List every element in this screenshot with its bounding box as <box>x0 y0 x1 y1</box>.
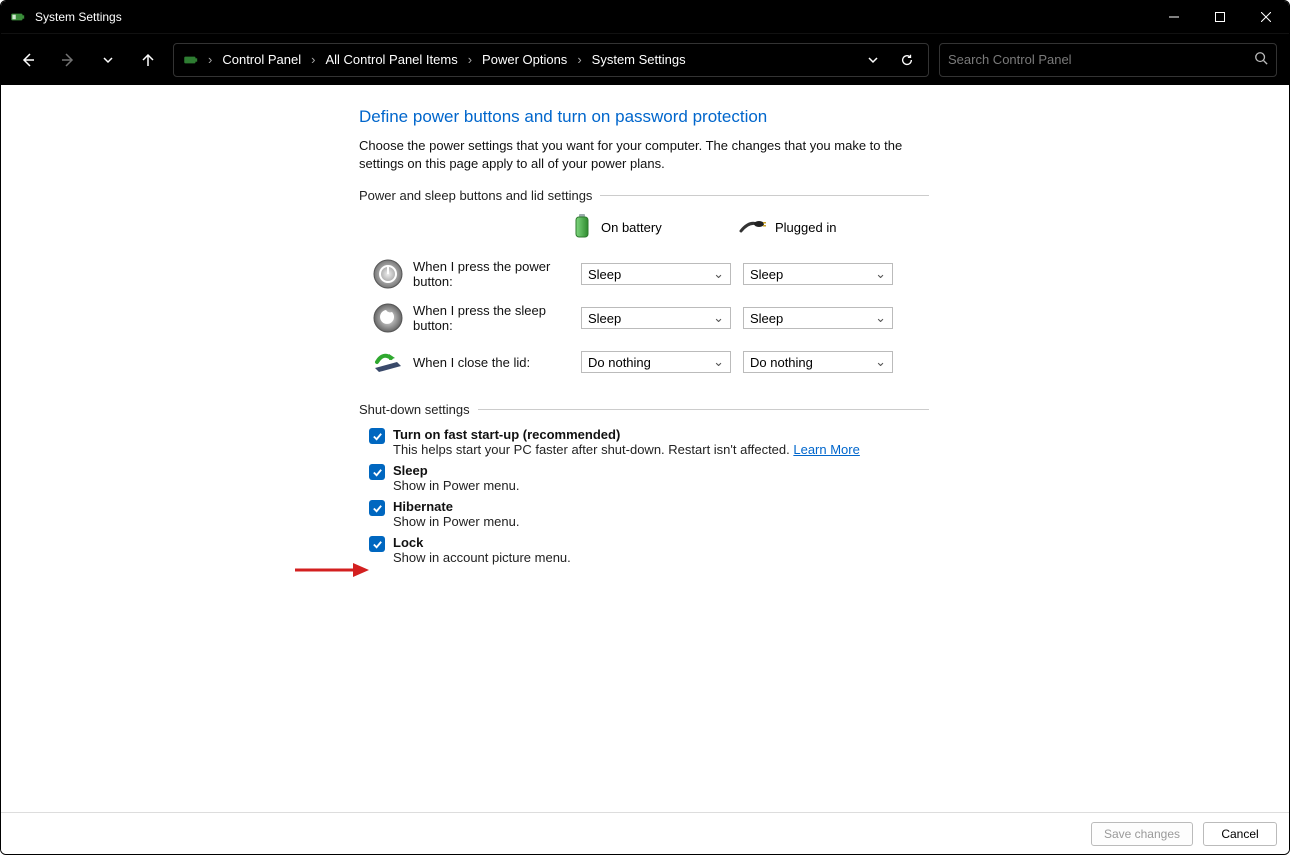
checkbox-label: Lock <box>393 535 571 550</box>
checkbox-label: Sleep <box>393 463 519 478</box>
checkbox-icon <box>369 428 385 444</box>
row-label: When I close the lid: <box>413 355 581 370</box>
select-lid-plugged[interactable]: Do nothing ⌄ <box>743 351 893 373</box>
breadcrumb-power-options[interactable]: Power Options <box>478 50 571 69</box>
search-box[interactable] <box>939 43 1277 77</box>
battery-icon <box>571 213 593 242</box>
navigation-bar: › Control Panel › All Control Panel Item… <box>1 33 1289 85</box>
footer: Save changes Cancel <box>1 812 1289 854</box>
sleep-button-icon <box>369 299 407 337</box>
checkbox-icon <box>369 464 385 480</box>
control-panel-icon <box>182 51 200 69</box>
forward-button[interactable] <box>53 45 83 75</box>
chevron-down-icon: ⌄ <box>875 354 886 370</box>
maximize-button[interactable] <box>1197 1 1243 33</box>
chevron-right-icon[interactable]: › <box>206 52 214 67</box>
column-on-battery: On battery <box>571 213 729 242</box>
row-close-lid: When I close the lid: Do nothing ⌄ Do no… <box>369 340 929 384</box>
app-icon <box>9 8 27 26</box>
content-area: Define power buttons and turn on passwor… <box>1 85 1289 812</box>
checkbox-lock[interactable]: Lock Show in account picture menu. <box>369 535 929 565</box>
page-title: Define power buttons and turn on passwor… <box>359 107 929 127</box>
row-label: When I press the sleep button: <box>413 303 581 333</box>
checkbox-label: Turn on fast start-up (recommended) <box>393 427 860 442</box>
back-button[interactable] <box>13 45 43 75</box>
checkbox-description: Show in account picture menu. <box>393 550 571 565</box>
chevron-down-icon: ⌄ <box>713 310 724 326</box>
address-bar[interactable]: › Control Panel › All Control Panel Item… <box>173 43 929 77</box>
plug-icon <box>739 217 767 238</box>
section-shutdown-label: Shut-down settings <box>359 402 929 417</box>
recent-dropdown-button[interactable] <box>93 45 123 75</box>
chevron-down-icon: ⌄ <box>713 266 724 282</box>
checkbox-description: Show in Power menu. <box>393 478 519 493</box>
laptop-lid-icon <box>369 343 407 381</box>
checkbox-description: This helps start your PC faster after sh… <box>393 442 793 457</box>
checkbox-label: Hibernate <box>393 499 519 514</box>
search-input[interactable] <box>948 52 1254 67</box>
minimize-button[interactable] <box>1151 1 1197 33</box>
select-sleep-battery[interactable]: Sleep ⌄ <box>581 307 731 329</box>
chevron-down-icon: ⌄ <box>875 266 886 282</box>
chevron-right-icon[interactable]: › <box>575 52 583 67</box>
power-button-icon <box>369 255 407 293</box>
section-power-buttons-label: Power and sleep buttons and lid settings <box>359 188 929 203</box>
select-lid-battery[interactable]: Do nothing ⌄ <box>581 351 731 373</box>
window-title: System Settings <box>35 10 122 24</box>
refresh-button[interactable] <box>892 45 922 75</box>
title-bar: System Settings <box>1 1 1289 33</box>
chevron-right-icon[interactable]: › <box>309 52 317 67</box>
close-button[interactable] <box>1243 1 1289 33</box>
column-plugged-in: Plugged in <box>739 217 897 238</box>
up-button[interactable] <box>133 45 163 75</box>
select-sleep-plugged[interactable]: Sleep ⌄ <box>743 307 893 329</box>
checkbox-sleep[interactable]: Sleep Show in Power menu. <box>369 463 929 493</box>
page-description: Choose the power settings that you want … <box>359 137 929 172</box>
chevron-down-icon: ⌄ <box>713 354 724 370</box>
chevron-right-icon[interactable]: › <box>466 52 474 67</box>
breadcrumb-control-panel[interactable]: Control Panel <box>218 50 305 69</box>
search-icon[interactable] <box>1254 51 1268 68</box>
chevron-down-icon: ⌄ <box>875 310 886 326</box>
checkbox-icon <box>369 500 385 516</box>
breadcrumb-all-items[interactable]: All Control Panel Items <box>321 50 461 69</box>
learn-more-link[interactable]: Learn More <box>793 442 859 457</box>
select-power-plugged[interactable]: Sleep ⌄ <box>743 263 893 285</box>
row-sleep-button: When I press the sleep button: Sleep ⌄ S… <box>369 296 929 340</box>
checkbox-fast-startup[interactable]: Turn on fast start-up (recommended) This… <box>369 427 929 457</box>
breadcrumb-system-settings[interactable]: System Settings <box>588 50 690 69</box>
row-power-button: When I press the power button: Sleep ⌄ S… <box>369 252 929 296</box>
select-power-battery[interactable]: Sleep ⌄ <box>581 263 731 285</box>
address-dropdown-button[interactable] <box>858 45 888 75</box>
cancel-button[interactable]: Cancel <box>1203 822 1277 846</box>
checkbox-description: Show in Power menu. <box>393 514 519 529</box>
save-changes-button[interactable]: Save changes <box>1091 822 1193 846</box>
row-label: When I press the power button: <box>413 259 581 289</box>
checkbox-icon <box>369 536 385 552</box>
checkbox-hibernate[interactable]: Hibernate Show in Power menu. <box>369 499 929 529</box>
